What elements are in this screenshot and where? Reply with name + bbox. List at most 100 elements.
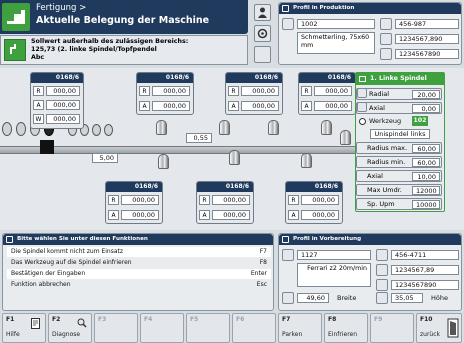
height-icon bbox=[376, 292, 388, 304]
spindle-cutter-icon bbox=[321, 120, 332, 135]
radial-value[interactable]: 20,00 bbox=[412, 90, 440, 99]
spindle-card-7[interactable]: 0168/6 R 000,00 A 000,00 bbox=[285, 181, 343, 224]
spindle-cutter-icon bbox=[301, 153, 312, 168]
tool-button[interactable] bbox=[254, 25, 271, 42]
width-label: Breite bbox=[337, 294, 357, 302]
param-value[interactable]: 60,00 bbox=[412, 158, 440, 167]
row-value[interactable]: 000,00 bbox=[314, 86, 352, 96]
function-row-enter[interactable]: Bestätigen der Eingaben Enter bbox=[7, 269, 271, 279]
profile-number[interactable]: 1002 bbox=[297, 19, 375, 29]
param-value[interactable]: 60,00 bbox=[412, 144, 440, 153]
fkey-F10[interactable]: F10 zurück bbox=[416, 313, 462, 343]
row-value[interactable]: 000,00 bbox=[241, 86, 279, 96]
profile-code-1[interactable]: 456-987 bbox=[395, 19, 459, 29]
fkey-F1[interactable]: F1 Hilfe bbox=[2, 313, 46, 343]
active-spindle-icon bbox=[40, 140, 54, 154]
tool-name[interactable]: Unispindel links bbox=[370, 129, 430, 139]
prep-code-2[interactable]: 1234567,89 bbox=[391, 265, 459, 275]
row-value[interactable]: 000,00 bbox=[121, 210, 159, 220]
param-value[interactable]: 10,00 bbox=[412, 172, 440, 181]
profile-name[interactable]: Schmetterling, 75x60 mm bbox=[297, 32, 375, 54]
function-key: F8 bbox=[259, 259, 267, 266]
spindle-card-6[interactable]: 0168/6 R 000,00 A 000,00 bbox=[196, 181, 254, 224]
spindle-card-id: 0168/6 bbox=[197, 182, 253, 192]
user-button[interactable] bbox=[254, 4, 271, 21]
fkey-F8[interactable]: F8 Einfrieren bbox=[324, 313, 368, 343]
row-value[interactable]: 000,00 bbox=[212, 210, 250, 220]
diagnose-icon bbox=[77, 318, 87, 328]
radial-row[interactable]: Radial 20,00 bbox=[356, 88, 442, 100]
dim-left-field[interactable]: 5,00 bbox=[92, 153, 118, 163]
row-key: A bbox=[228, 101, 239, 111]
param-label: Sp. Upm bbox=[367, 200, 395, 208]
function-key: F7 bbox=[259, 248, 267, 255]
roller-icon bbox=[2, 122, 12, 136]
tool-radio[interactable] bbox=[359, 118, 366, 125]
code-icon bbox=[380, 18, 392, 30]
height-label: Höhe bbox=[431, 294, 448, 302]
fkey-F5: F5 bbox=[186, 313, 230, 343]
fkey-F4: F4 bbox=[140, 313, 184, 343]
spindle-card-1[interactable]: 0168/6 R 000,00 A 000,00 W 000,00 bbox=[30, 72, 84, 129]
prep-width[interactable]: 49,60 bbox=[297, 293, 329, 303]
axial-row[interactable]: Axial 0,00 bbox=[356, 102, 442, 114]
row-value[interactable]: 000,00 bbox=[301, 210, 339, 220]
fkey-F7[interactable]: F7 Parken bbox=[278, 313, 322, 343]
prep-code-1[interactable]: 456-4711 bbox=[391, 250, 459, 260]
param-row[interactable]: Axial 10,00 bbox=[356, 170, 442, 182]
row-value[interactable]: 000,00 bbox=[152, 101, 190, 111]
roller-icon bbox=[92, 124, 101, 136]
message-line-3: Abc bbox=[31, 54, 45, 61]
prep-height[interactable]: 35,05 bbox=[391, 293, 423, 303]
functions-title: Bitte wählen Sie unter diesen Funktionen bbox=[3, 234, 273, 245]
row-key: A bbox=[199, 210, 210, 220]
function-desc: Die Spindel kommt nicht zum Einsatz bbox=[11, 248, 124, 255]
axial-icon bbox=[357, 102, 367, 112]
spindle-card-3[interactable]: 0168/6 R 000,00 A 000,00 bbox=[225, 72, 283, 115]
param-value[interactable]: 12000 bbox=[412, 186, 440, 195]
tool-number[interactable]: 102 bbox=[412, 116, 428, 126]
spindle-card-2[interactable]: 0168/6 R 000,00 A 000,00 bbox=[136, 72, 194, 115]
axial-value[interactable]: 0,00 bbox=[412, 104, 440, 113]
spindle-card-id: 0168/6 bbox=[286, 182, 342, 192]
function-row-F7[interactable]: Die Spindel kommt nicht zum Einsatz F7 bbox=[7, 247, 271, 257]
function-row-esc[interactable]: Funktion abbrechen Esc bbox=[7, 280, 271, 290]
param-row[interactable]: Max Umdr. 12000 bbox=[356, 184, 442, 196]
param-row[interactable]: Radius max. 60,00 bbox=[356, 142, 442, 154]
spindle-card-id: 0168/6 bbox=[106, 182, 162, 192]
roller-icon bbox=[104, 124, 113, 136]
row-value[interactable]: 000,00 bbox=[152, 86, 190, 96]
function-key: Esc bbox=[256, 281, 267, 288]
row-value[interactable]: 000,00 bbox=[46, 114, 80, 124]
function-row-F8[interactable]: Das Werkzeug auf die Spindel einfrieren F… bbox=[7, 258, 271, 268]
spindle-card-4[interactable]: 0168/6 R 000,00 A 000,00 bbox=[298, 72, 356, 115]
row-key: R bbox=[301, 86, 312, 96]
row-key: W bbox=[33, 114, 44, 124]
profile-code-2[interactable]: 1234567,890 bbox=[395, 34, 459, 44]
prep-profile-name[interactable]: Ferrari z2 20m/min bbox=[297, 263, 371, 287]
row-value[interactable]: 000,00 bbox=[46, 100, 80, 110]
profile-code-3[interactable]: 1234567890 bbox=[395, 49, 459, 59]
fkey-F3: F3 bbox=[94, 313, 138, 343]
row-value[interactable]: 000,00 bbox=[314, 101, 352, 111]
info-icon bbox=[6, 236, 13, 243]
prep-code-3[interactable]: 1234567890 bbox=[391, 280, 459, 290]
code-icon bbox=[376, 249, 388, 261]
profile-production-title: Profil in Produktion bbox=[279, 3, 461, 14]
prep-profile-number[interactable]: 1127 bbox=[297, 250, 371, 260]
param-value[interactable]: 10000 bbox=[412, 200, 440, 209]
fkey-F2[interactable]: F2 Diagnose bbox=[48, 313, 92, 343]
spindle-card-5[interactable]: 0168/6 R 000,00 A 000,00 bbox=[105, 181, 163, 224]
user-icon bbox=[258, 7, 267, 18]
row-value[interactable]: 000,00 bbox=[46, 86, 80, 96]
param-row[interactable]: Radius min. 60,00 bbox=[356, 156, 442, 168]
row-value[interactable]: 000,00 bbox=[212, 195, 250, 205]
row-value[interactable]: 000,00 bbox=[241, 101, 279, 111]
screen: Fertigung > Aktuelle Belegung der Maschi… bbox=[0, 0, 464, 343]
title-bar: Fertigung > Aktuelle Belegung der Maschi… bbox=[0, 0, 248, 34]
dim-mid-field[interactable]: 0,55 bbox=[186, 133, 212, 143]
row-value[interactable]: 000,00 bbox=[121, 195, 159, 205]
row-value[interactable]: 000,00 bbox=[301, 195, 339, 205]
param-row[interactable]: Sp. Upm 10000 bbox=[356, 198, 442, 210]
blank-button[interactable] bbox=[254, 46, 271, 63]
